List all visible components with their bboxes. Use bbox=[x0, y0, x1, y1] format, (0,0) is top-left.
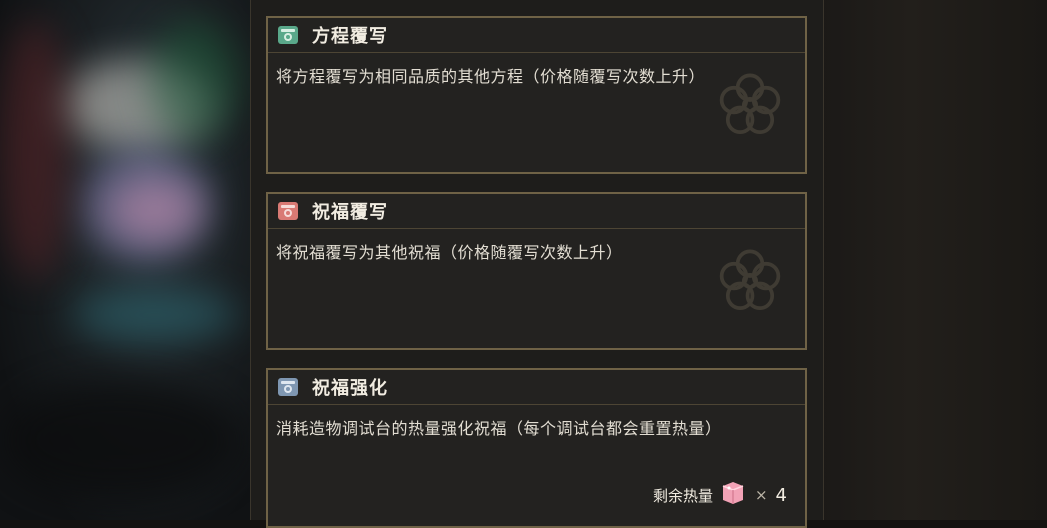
heat-crystal-icon bbox=[719, 480, 747, 510]
blessing-enhance-icon bbox=[276, 375, 300, 399]
card-title: 方程覆写 bbox=[312, 26, 388, 47]
equation-rewrite-icon bbox=[276, 23, 300, 47]
background-scene bbox=[0, 0, 250, 520]
remaining-heat: 剩余热量 × 4 bbox=[653, 480, 787, 510]
card-equation-rewrite[interactable]: 方程覆写 将方程覆写为相同品质的其他方程（价格随覆写次数上升） bbox=[266, 16, 807, 174]
card-description: 消耗造物调试台的热量强化祝福（每个调试台都会重置热量） bbox=[276, 419, 722, 438]
remaining-heat-label: 剩余热量 bbox=[652, 486, 713, 505]
card-title: 祝福覆写 bbox=[312, 202, 388, 223]
remaining-heat-count: 4 bbox=[775, 484, 787, 506]
times-sign: × bbox=[754, 486, 768, 504]
right-backdrop bbox=[820, 0, 1047, 520]
flower-emblem-icon bbox=[719, 249, 781, 310]
flower-emblem-icon bbox=[719, 73, 781, 134]
blessing-rewrite-icon bbox=[276, 199, 300, 223]
card-blessing-rewrite[interactable]: 祝福覆写 将祝福覆写为其他祝福（价格随覆写次数上升） bbox=[266, 192, 807, 350]
card-title: 祝福强化 bbox=[312, 378, 388, 399]
card-blessing-enhance[interactable]: 祝福强化 消耗造物调试台的热量强化祝福（每个调试台都会重置热量） 剩余热量 × … bbox=[266, 368, 807, 528]
